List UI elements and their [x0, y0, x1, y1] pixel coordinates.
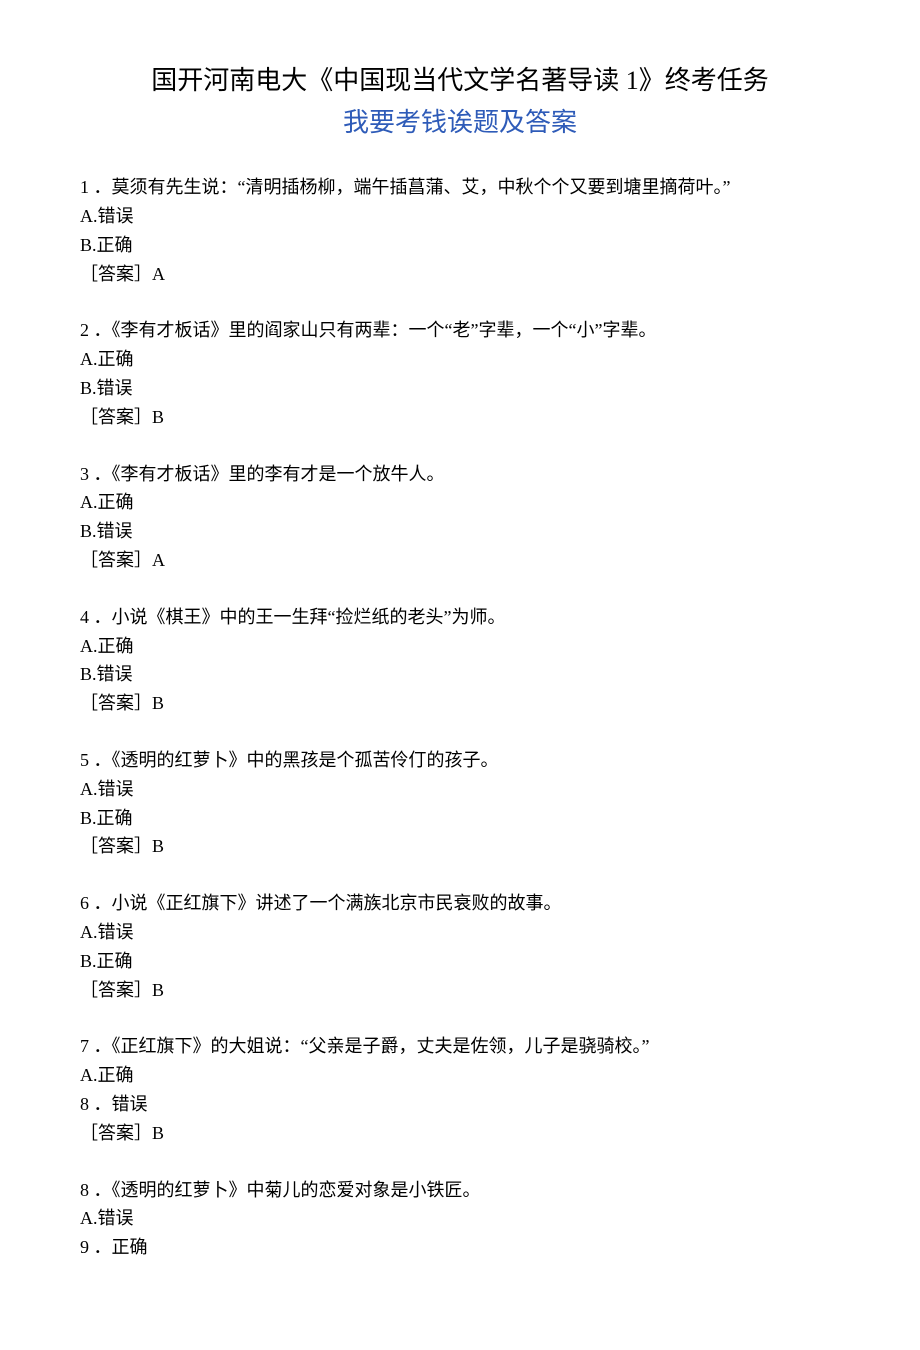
option-b: 8 ．错误 [80, 1090, 840, 1119]
option-a: A.错误 [80, 1204, 840, 1233]
option-a: A.正确 [80, 345, 840, 374]
question-block: 2 ．《李有才板话》里的阎家山只有两辈：一个“老”字辈，一个“小”字辈。 A.正… [80, 316, 840, 431]
question-text: 7 ．《正红旗下》的大姐说：“父亲是子爵，丈夫是佐领，儿子是骁骑校。” [80, 1032, 840, 1061]
answer: ［答案］B [80, 980, 164, 1000]
answer: ［答案］B [80, 1123, 164, 1143]
option-b: B.正确 [80, 231, 840, 260]
question-text: 5 ．《透明的红萝卜》中的黑孩是个孤苦伶仃的孩子。 [80, 746, 840, 775]
question-block: 3 ．《李有才板话》里的李有才是一个放牛人。 A.正确 B.错误 ［答案］A [80, 460, 840, 575]
question-block: 4 ．小说《棋王》中的王一生拜“捡烂纸的老头”为师。 A.正确 B.错误 ［答案… [80, 603, 840, 718]
question-block: 7 ．《正红旗下》的大姐说：“父亲是子爵，丈夫是佐领，儿子是骁骑校。” A.正确… [80, 1032, 840, 1147]
question-block: 6 ．小说《正红旗下》讲述了一个满族北京市民衰败的故事。 A.错误 B.正确 ［… [80, 889, 840, 1004]
document-title: 国开河南电大《中国现当代文学名著导读 1》终考任务 我要考钱诶题及答案 [80, 60, 840, 143]
question-text: 2 ．《李有才板话》里的阎家山只有两辈：一个“老”字辈，一个“小”字辈。 [80, 316, 840, 345]
option-b: B.错误 [80, 660, 840, 689]
question-text: 4 ．小说《棋王》中的王一生拜“捡烂纸的老头”为师。 [80, 603, 840, 632]
question-text: 8 ．《透明的红萝卜》中菊儿的恋爱对象是小铁匠。 [80, 1176, 840, 1205]
answer: ［答案］A [80, 550, 165, 570]
option-a: A.正确 [80, 1061, 840, 1090]
option-a: A.错误 [80, 775, 840, 804]
option-b: 9 ．正确 [80, 1233, 840, 1262]
option-b: B.错误 [80, 517, 840, 546]
answer: ［答案］A [80, 264, 165, 284]
title-line-1: 国开河南电大《中国现当代文学名著导读 1》终考任务 [80, 60, 840, 102]
title-line-2: 我要考钱诶题及答案 [80, 102, 840, 144]
option-a: A.错误 [80, 202, 840, 231]
question-text: 1 ．莫须有先生说：“清明插杨柳，端午插菖蒲、艾，中秋个个又要到塘里摘荷叶。” [80, 173, 840, 202]
question-text: 6 ．小说《正红旗下》讲述了一个满族北京市民衰败的故事。 [80, 889, 840, 918]
option-b: B.错误 [80, 374, 840, 403]
option-b: B.正确 [80, 947, 840, 976]
question-block: 1 ．莫须有先生说：“清明插杨柳，端午插菖蒲、艾，中秋个个又要到塘里摘荷叶。” … [80, 173, 840, 288]
question-block: 8 ．《透明的红萝卜》中菊儿的恋爱对象是小铁匠。 A.错误 9 ．正确 [80, 1176, 840, 1262]
option-a: A.正确 [80, 488, 840, 517]
answer: ［答案］B [80, 407, 164, 427]
question-block: 5 ．《透明的红萝卜》中的黑孩是个孤苦伶仃的孩子。 A.错误 B.正确 ［答案］… [80, 746, 840, 861]
option-a: A.正确 [80, 632, 840, 661]
answer: ［答案］B [80, 693, 164, 713]
option-a: A.错误 [80, 918, 840, 947]
question-text: 3 ．《李有才板话》里的李有才是一个放牛人。 [80, 460, 840, 489]
option-b: B.正确 [80, 804, 840, 833]
answer: ［答案］B [80, 836, 164, 856]
